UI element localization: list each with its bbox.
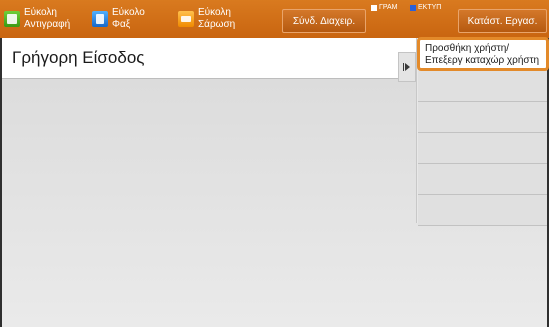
easy-scan-shortcut[interactable]: Εύκολη Σάρωση [178, 4, 235, 34]
shortcut-label-line1: Εύκολη [198, 7, 231, 18]
menu-item-label: Προσθήκη χρήστη/ Επεξεργ καταχώρ χρήστη [425, 43, 540, 66]
menu-item-empty[interactable] [418, 133, 547, 164]
expand-arrow-icon [405, 63, 410, 71]
menu-item-empty[interactable] [418, 102, 547, 133]
scan-icon [178, 11, 194, 27]
menu-item-empty[interactable] [418, 71, 547, 102]
shortcut-label-line1: Εύκολη [24, 7, 57, 18]
print-indicator-light [410, 4, 416, 11]
menu-item-empty[interactable] [418, 164, 547, 195]
shortcut-label-line2: Σάρωση [198, 19, 236, 30]
easy-copy-shortcut[interactable]: Εύκολη Αντιγραφή [4, 4, 70, 34]
job-status-button[interactable]: Κατάστ. Εργασ. [458, 9, 547, 33]
action-panel: Προσθήκη χρήστη/ Επεξεργ καταχώρ χρήστη [416, 37, 549, 226]
shortcut-label-line2: Αντιγραφή [24, 19, 71, 30]
main-panel: Γρήγορη Είσοδος Προσθήκη χρήστη/ Επεξεργ… [0, 37, 549, 327]
easy-fax-shortcut[interactable]: Εύκολο Φαξ [92, 4, 145, 34]
print-indicator-label: ΕΚΤΥΠ [418, 4, 442, 11]
fax-icon [92, 11, 108, 27]
page-title: Γρήγορη Είσοδος [12, 48, 145, 67]
top-bar: Εύκολη Αντιγραφή Εύκολο Φαξ Εύκολη Σάρωσ… [0, 0, 549, 38]
action-panel-toggle[interactable] [398, 52, 416, 82]
data-indicator-light [371, 4, 377, 11]
data-indicator: ΓΡΑΜ [371, 4, 398, 11]
copy-icon [4, 11, 20, 27]
shortcut-label-line1: Εύκολο [112, 7, 145, 18]
menu-item-add-edit-user[interactable]: Προσθήκη χρήστη/ Επεξεργ καταχώρ χρήστη [417, 37, 549, 71]
admin-login-button[interactable]: Σύνδ. Διαχειρ. [282, 9, 366, 33]
shortcut-label-line2: Φαξ [112, 19, 131, 30]
data-indicator-label: ΓΡΑΜ [379, 4, 398, 11]
print-indicator: ΕΚΤΥΠ [410, 4, 441, 11]
menu-item-empty[interactable] [418, 195, 547, 226]
